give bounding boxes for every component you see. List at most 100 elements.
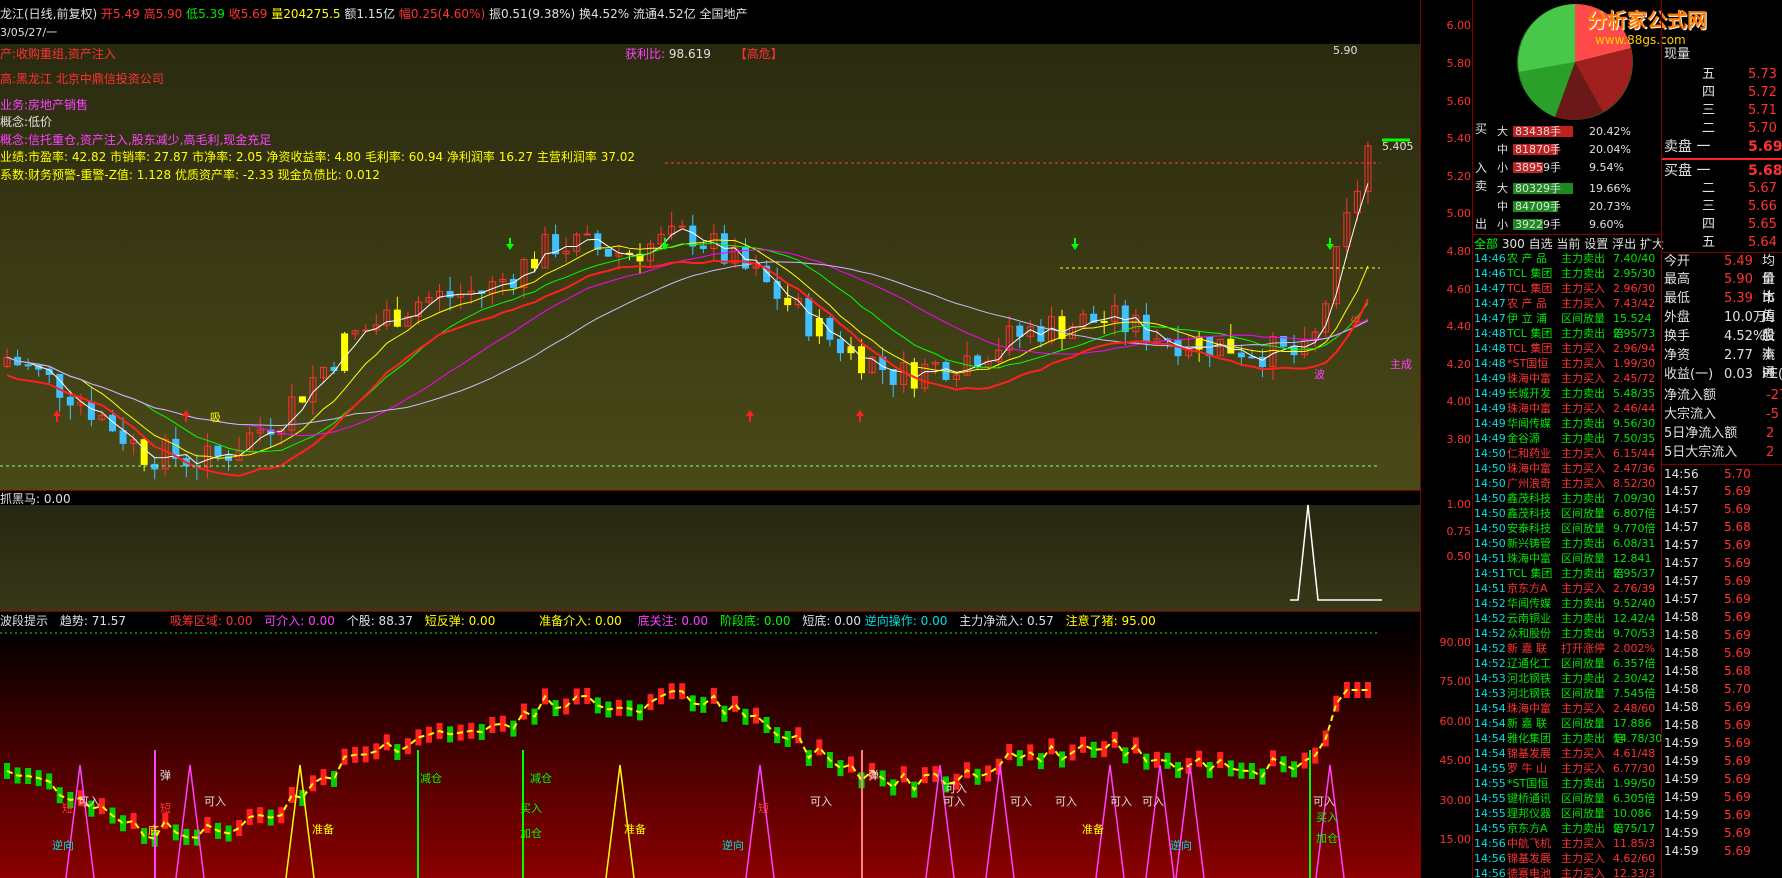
flow-name: 众和股份 (1507, 627, 1551, 640)
flow-action: 主力卖出 (1561, 732, 1605, 745)
flow-time: 14:50 (1474, 507, 1506, 520)
flow-row[interactable]: 14:54 珠海中富 主力买入 2.48/60 (1473, 701, 1661, 716)
flow-row[interactable]: 14:49 华闻传媒 主力卖出 9.56/30 (1473, 416, 1661, 431)
flow-row[interactable]: 14:48 TCL 集团 主力卖出 2.95/73 (1473, 326, 1661, 341)
flow-row[interactable]: 14:54 锦基发展 主力买入 4.61/48 (1473, 746, 1661, 761)
flow-row[interactable]: 14:50 广州浪奇 主力买入 8.52/30 (1473, 476, 1661, 491)
flow-row[interactable]: 14:55 理邦仪器 区间放量 10.086倍 (1473, 806, 1661, 835)
flow-row[interactable]: 14:46 农 产 品 主力卖出 7.40/40 (1473, 251, 1661, 266)
tick-time: 14:57 (1664, 520, 1699, 534)
tick-row: 14:57 5.69 (1662, 500, 1782, 518)
tick-price: 5.69 (1724, 538, 1751, 552)
flow-row[interactable]: 14:52 新 嘉 联 打开涨停 2.002% (1473, 641, 1661, 656)
mark-nixiang-3: 逆向 (1170, 839, 1192, 852)
flow-stat-value: -27 (1766, 388, 1782, 403)
flow-value: 1.99/30 (1613, 357, 1656, 370)
flow-row[interactable]: 14:47 伊 立 浦区间放量 15.524倍 (1473, 311, 1661, 340)
flow-row[interactable]: 14:55 *ST国恒 主力卖出 1.99/50 (1473, 776, 1661, 791)
flow-value: 9.70/53 (1613, 627, 1656, 640)
flow-tab-bar: 全部 300 自选 当前 设置 浮出 扩大 (1473, 234, 1664, 251)
flow-name: 华闻传媒 (1507, 417, 1551, 430)
flow-row[interactable]: 14:49 珠海中富 主力买入 2.45/72 (1473, 371, 1661, 386)
tab-float[interactable]: 浮出 (1612, 237, 1636, 251)
stat-value: 5.39 (1724, 291, 1753, 306)
sell-vol: 84709手 (1515, 200, 1561, 213)
flow-row[interactable]: 14:51 TCL 集团 主力卖出 2.95/37 (1473, 566, 1661, 581)
flow-name: 华闻传媒 (1507, 597, 1551, 610)
flow-row[interactable]: 14:50 鑫茂科技 区间放量 6.807倍 (1473, 506, 1661, 521)
flow-name: 农 产 品 (1507, 297, 1547, 310)
tab-watchlist[interactable]: 自选 (1529, 237, 1553, 251)
flow-row[interactable]: 14:49 珠海中富 主力买入 2.46/44 (1473, 401, 1661, 416)
flow-action: 主力卖出 (1561, 822, 1605, 835)
flow-row[interactable]: 14:56 中航飞机 主力买入 11.85/3 (1473, 836, 1661, 851)
header-prefix: 龙江(日线,前复权) (0, 7, 98, 21)
flow-row[interactable]: 14:47 TCL 集团 主力买入 2.96/30 (1473, 281, 1661, 296)
tick-time: 14:59 (1664, 808, 1699, 822)
stat-row: 外盘 10.0万 内盘 (1662, 309, 1782, 343)
mark-jiancang-1: 减仓 (420, 772, 442, 785)
flow-stat-label: 5日大宗流入 (1664, 445, 1738, 460)
buy-size: 中 (1497, 143, 1508, 156)
stat-label: 外盘 (1664, 310, 1691, 325)
tab-300[interactable]: 300 (1502, 237, 1525, 251)
flow-time: 14:53 (1474, 672, 1506, 685)
flow-row[interactable]: 14:52 众和股份 主力卖出 9.70/53 (1473, 626, 1661, 641)
flow-value: 14.78/30 (1613, 732, 1663, 745)
tick-row: 14:56 5.70 (1662, 464, 1782, 483)
flow-row[interactable]: 14:50 安泰科技 区间放量 9.770倍 (1473, 521, 1661, 536)
tab-all[interactable]: 全部 (1474, 237, 1498, 251)
flow-row[interactable]: 14:48 TCL 集团 主力买入 2.96/94 (1473, 341, 1661, 356)
flow-row[interactable]: 14:55 京东方A 主力卖出 2.75/17 (1473, 821, 1661, 836)
tick-price: 5.70 (1724, 682, 1751, 696)
tab-current[interactable]: 当前 (1556, 237, 1580, 251)
flow-name: TCL 集团 (1507, 327, 1553, 340)
buy-pct: 20.42% (1589, 125, 1631, 138)
flow-row[interactable]: 14:51 珠海中富 区间放量 12.841倍 (1473, 551, 1661, 580)
tick-price: 5.69 (1724, 772, 1751, 786)
sell-pct: 9.60% (1589, 218, 1624, 231)
flow-row[interactable]: 14:52 辽通化工 区间放量 6.357倍 (1473, 656, 1661, 671)
flow-row[interactable]: 14:55 键桥通讯 区间放量 6.305倍 (1473, 791, 1661, 806)
flow-row[interactable]: 14:52 华闻传媒 主力卖出 9.52/40 (1473, 596, 1661, 611)
axis-p2-1: 0.75 (1446, 525, 1472, 538)
header-sector: 全国地产 (699, 7, 748, 21)
flow-row[interactable]: 14:56 锦基发展 主力买入 4.62/60 (1473, 851, 1661, 866)
flow-row[interactable]: 14:46 TCL 集团 主力卖出 2.95/30 (1473, 266, 1661, 281)
candle-body (1290, 345, 1298, 356)
flow-value: 9.56/30 (1613, 417, 1656, 430)
flow-row[interactable]: 14:55 罗 牛 山 主力买入 6.77/30 (1473, 761, 1661, 776)
flow-row[interactable]: 14:48 *ST国恒 主力买入 1.99/30 (1473, 356, 1661, 371)
flow-row[interactable]: 14:50 仁和药业 主力买入 6.15/44 (1473, 446, 1661, 461)
flow-time: 14:52 (1474, 627, 1506, 640)
flow-row[interactable]: 14:49 金谷源 主力卖出 7.50/35 (1473, 431, 1661, 446)
tick-price: 5.69 (1724, 574, 1751, 588)
flow-row[interactable]: 14:50 新兴铸管 主力卖出 6.08/31 (1473, 536, 1661, 551)
flow-row[interactable]: 14:52 云南铜业 主力卖出 12.42/4 (1473, 611, 1661, 626)
stat-label: 最高 (1664, 272, 1691, 287)
tick-row: 14:58 5.68 (1662, 662, 1782, 680)
stat-label: 净资 (1664, 348, 1691, 363)
kline-chart-area[interactable]: 龙江(日线,前复权) 开5.49 高5.90 低5.39 收5.69 量2042… (0, 0, 1420, 878)
flow-name: 珠海中富 (1507, 552, 1551, 565)
flow-row[interactable]: 14:56 德赛电池 主力买入 12.33/3 (1473, 866, 1661, 878)
axis-p3-2: 60.00 (1439, 715, 1472, 728)
ask-price: 5.72 (1748, 85, 1777, 100)
flow-row[interactable]: 14:51 京东方A 主力买入 2.76/39 (1473, 581, 1661, 596)
trend-block (404, 738, 411, 755)
axis-p3-0: 90.00 (1439, 636, 1472, 649)
flow-row[interactable]: 14:53 河北钢铁 主力卖出 2.30/42 (1473, 671, 1661, 686)
flow-action: 主力买入 (1561, 342, 1605, 355)
flow-row[interactable]: 14:50 鑫茂科技 主力卖出 7.09/30 (1473, 491, 1661, 506)
flow-row[interactable]: 14:54 新 嘉 联区间放量 17.886倍 (1473, 716, 1661, 745)
flow-action: 主力卖出 (1561, 417, 1605, 430)
flow-row[interactable]: 14:47 农 产 品 主力买入 7.43/42 (1473, 296, 1661, 311)
flow-row[interactable]: 14:49 长城开发 主力卖出 5.48/35 (1473, 386, 1661, 401)
flow-row[interactable]: 14:54 雅化集团 主力卖出 14.78/30 (1473, 731, 1663, 746)
tab-settings[interactable]: 设置 (1584, 237, 1608, 251)
ask-row: 二 5.70 (1662, 120, 1782, 138)
candle-body (393, 309, 401, 327)
flow-row[interactable]: 14:50 珠海中富 主力买入 2.47/36 (1473, 461, 1661, 476)
flow-row[interactable]: 14:53 河北钢铁 区间放量 7.545倍 (1473, 686, 1661, 701)
bid-price: 5.67 (1748, 181, 1777, 196)
